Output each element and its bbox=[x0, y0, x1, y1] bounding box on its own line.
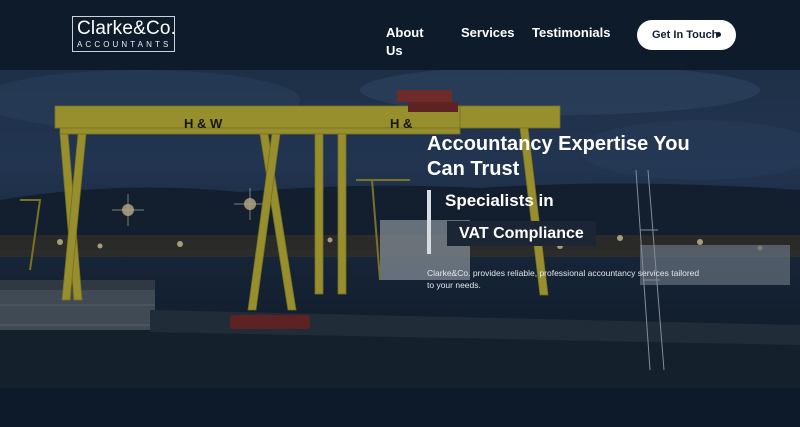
nav-about-us[interactable]: About Us bbox=[386, 24, 424, 60]
hero-overlay bbox=[0, 70, 800, 388]
specialty-highlight: VAT Compliance bbox=[447, 221, 596, 246]
specialists-accent-bar bbox=[427, 190, 431, 254]
get-in-touch-button[interactable]: Get In Touch bbox=[637, 20, 736, 50]
logo-name: Clarke&Co. bbox=[77, 18, 177, 39]
hero-heading: Accountancy Expertise You Can Trust bbox=[427, 133, 690, 180]
get-in-touch-label: Get In Touch bbox=[652, 29, 719, 41]
specialists-label: Specialists in bbox=[445, 191, 554, 210]
dot-icon bbox=[716, 32, 721, 37]
logo-subtitle: ACCOUNTANTS bbox=[77, 40, 172, 49]
hero-description: Clarke&Co. provides reliable, profession… bbox=[427, 268, 700, 290]
page-bottom-strip bbox=[0, 388, 800, 427]
logo[interactable]: Clarke&Co. ACCOUNTANTS bbox=[72, 16, 177, 52]
nav-services[interactable]: Services bbox=[461, 24, 515, 42]
nav-testimonials[interactable]: Testimonials bbox=[532, 24, 611, 42]
hero-section: H & W H & bbox=[0, 70, 800, 388]
navbar: Clarke&Co. ACCOUNTANTS About Us Services… bbox=[0, 0, 800, 70]
